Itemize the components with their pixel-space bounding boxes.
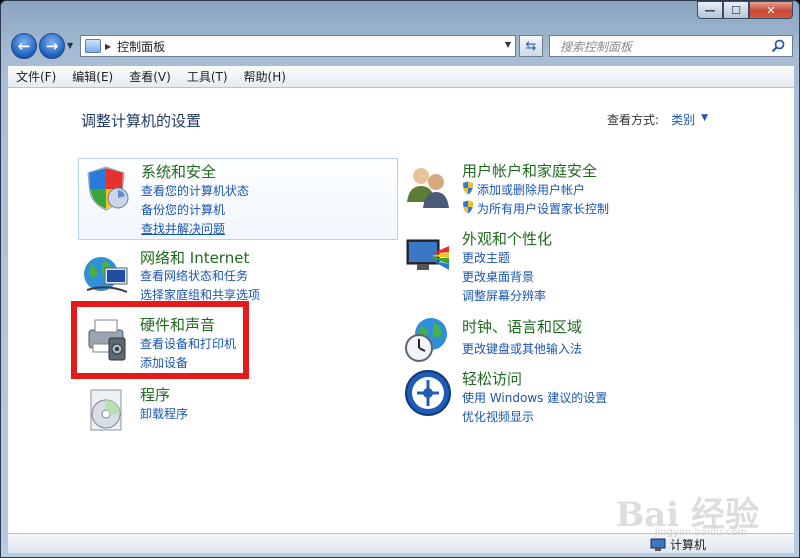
globe-network-icon xyxy=(84,257,128,293)
watermark-url: jingyan.baidu.com xyxy=(654,527,747,538)
menu-view[interactable]: 查看(V) xyxy=(121,68,179,85)
link-change-background[interactable]: 更改桌面背景 xyxy=(462,268,534,285)
link-troubleshoot[interactable]: 查找并解决问题 xyxy=(141,220,225,237)
link-view-computer-status[interactable]: 查看您的计算机状态 xyxy=(141,182,249,199)
breadcrumb-control-panel[interactable]: 控制面板 xyxy=(117,38,165,55)
category-user-accounts[interactable]: 用户帐户和家庭安全 添加或删除用户帐户 为所有用户设置家长控制 xyxy=(400,158,720,218)
menu-help[interactable]: 帮助(H) xyxy=(236,68,294,85)
caption-buttons: — ☐ ✕ xyxy=(697,1,793,19)
menu-edit[interactable]: 编辑(E) xyxy=(64,68,121,85)
view-by: 查看方式: 类别 ▼ xyxy=(607,111,708,128)
control-panel-icon xyxy=(85,39,101,53)
chevron-down-icon[interactable]: ▼ xyxy=(701,113,708,128)
shield-icon xyxy=(87,166,129,211)
close-button[interactable]: ✕ xyxy=(749,1,793,19)
link-keyboard-input[interactable]: 更改键盘或其他输入法 xyxy=(462,340,582,357)
category-network-internet[interactable]: 网络和 Internet 查看网络状态和任务 选择家庭组和共享选项 xyxy=(78,246,398,306)
category-appearance[interactable]: 外观和个性化 更改主题 更改桌面背景 调整屏幕分辨率 xyxy=(400,228,720,303)
category-ease-of-access[interactable]: 轻松访问 使用 Windows 建议的设置 优化视频显示 xyxy=(400,366,720,426)
view-by-dropdown[interactable]: 类别 xyxy=(671,111,695,128)
menu-tools[interactable]: 工具(T) xyxy=(179,68,236,85)
programs-disc-icon xyxy=(90,389,122,431)
back-button[interactable]: ← xyxy=(11,33,37,59)
link-screen-resolution[interactable]: 调整屏幕分辨率 xyxy=(462,287,546,304)
computer-icon xyxy=(650,538,666,551)
category-title-network-internet[interactable]: 网络和 Internet xyxy=(140,247,249,268)
link-parental-controls[interactable]: 为所有用户设置家长控制 xyxy=(477,200,609,217)
menu-file[interactable]: 文件(F) xyxy=(8,68,64,85)
status-computer: 计算机 xyxy=(650,536,706,553)
forward-button[interactable]: → xyxy=(39,33,65,59)
link-recommended-settings[interactable]: 使用 Windows 建议的设置 xyxy=(462,389,607,406)
category-clock-language-region[interactable]: 时钟、语言和区域 更改键盘或其他输入法 xyxy=(400,316,720,366)
ease-of-access-icon xyxy=(405,370,451,416)
category-title-clock-language-region[interactable]: 时钟、语言和区域 xyxy=(462,316,582,337)
address-bar[interactable]: ▶ 控制面板 ▼ xyxy=(80,35,516,57)
uac-shield-icon xyxy=(463,181,473,195)
category-title-system-security[interactable]: 系统和安全 xyxy=(141,161,216,182)
category-title-programs[interactable]: 程序 xyxy=(140,384,170,405)
category-title-user-accounts[interactable]: 用户帐户和家庭安全 xyxy=(462,160,597,181)
navigation-bar: ← → ▼ ▶ 控制面板 ▼ ⇆ 搜索控制面板 xyxy=(1,31,799,63)
recent-pages-dropdown[interactable]: ▼ xyxy=(67,41,73,50)
link-backup-computer[interactable]: 备份您的计算机 xyxy=(141,201,225,218)
link-uninstall-program[interactable]: 卸载程序 xyxy=(140,405,188,422)
content-area: 调整计算机的设置 查看方式: 类别 ▼ 系统和安全 查看您的计算机状态 备份您的… xyxy=(8,88,794,533)
link-change-theme[interactable]: 更改主题 xyxy=(462,249,510,266)
uac-shield-icon xyxy=(463,200,473,214)
page-title: 调整计算机的设置 xyxy=(81,112,202,130)
address-dropdown-icon[interactable]: ▼ xyxy=(505,40,511,49)
search-icon[interactable] xyxy=(770,38,786,54)
link-network-status[interactable]: 查看网络状态和任务 xyxy=(140,267,248,284)
category-programs[interactable]: 程序 卸载程序 xyxy=(78,384,398,434)
category-system-security[interactable]: 系统和安全 查看您的计算机状态 备份您的计算机 查找并解决问题 xyxy=(78,158,398,240)
status-computer-label: 计算机 xyxy=(670,538,707,552)
breadcrumb-separator-icon[interactable]: ▶ xyxy=(105,42,111,51)
control-panel-window: — ☐ ✕ ← → ▼ ▶ 控制面板 ▼ ⇆ 搜索控制面板 文件(F) 编辑(E… xyxy=(0,0,800,558)
search-placeholder: 搜索控制面板 xyxy=(560,39,633,54)
menu-bar: 文件(F) 编辑(E) 查看(V) 工具(T) 帮助(H) xyxy=(8,66,794,88)
clock-globe-icon xyxy=(405,318,447,362)
view-by-label: 查看方式: xyxy=(607,113,660,127)
category-title-appearance[interactable]: 外观和个性化 xyxy=(462,228,552,249)
link-optimize-display[interactable]: 优化视频显示 xyxy=(462,408,534,425)
monitor-palette-icon xyxy=(406,239,449,270)
maximize-button[interactable]: ☐ xyxy=(723,1,749,19)
link-add-remove-accounts[interactable]: 添加或删除用户帐户 xyxy=(477,181,585,198)
title-bar: — ☐ ✕ xyxy=(1,1,799,29)
search-input[interactable]: 搜索控制面板 xyxy=(549,35,793,57)
category-title-ease-of-access[interactable]: 轻松访问 xyxy=(462,368,522,389)
users-icon xyxy=(407,168,449,208)
minimize-button[interactable]: — xyxy=(697,1,723,19)
refresh-button[interactable]: ⇆ xyxy=(519,35,543,57)
annotation-highlight-box xyxy=(71,301,249,379)
